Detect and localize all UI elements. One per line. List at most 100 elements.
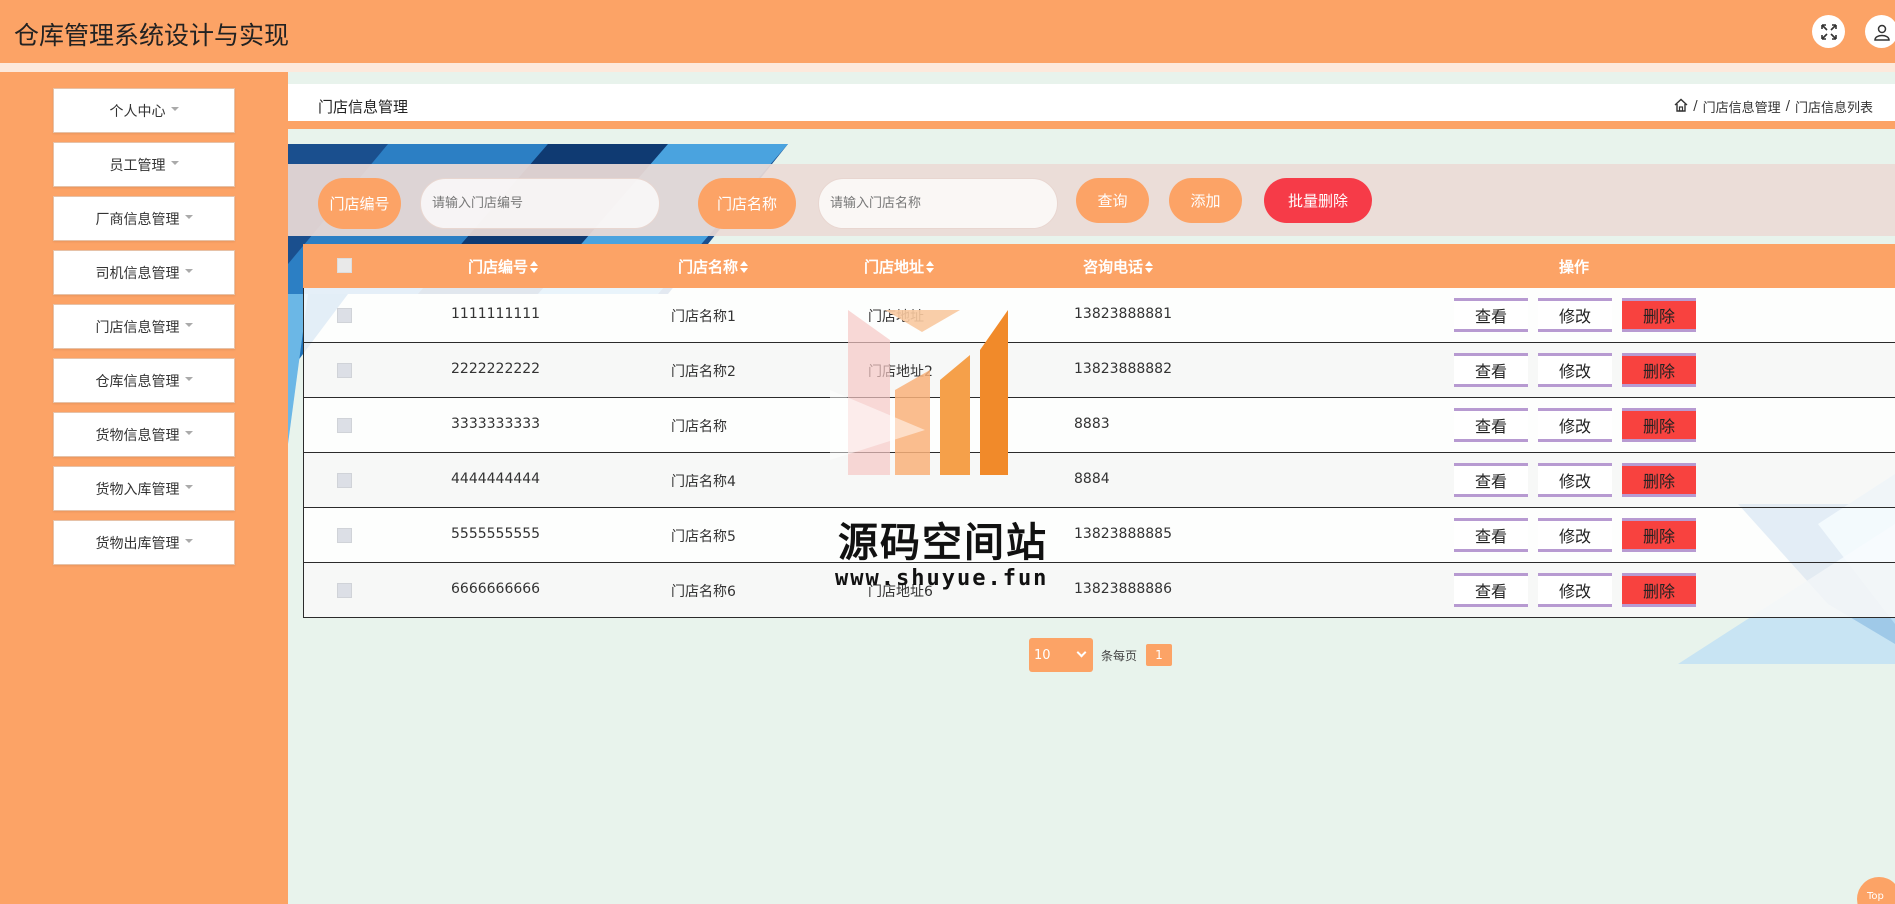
sort-icon[interactable] — [1145, 260, 1154, 273]
sidebar-item-label: 货物出库管理 — [95, 535, 180, 552]
store-name-input[interactable] — [818, 178, 1058, 229]
table-body: 1111111111 门店名称1 门店地址 13823888881 查看 修改 删除 2222… — [303, 288, 1895, 618]
caret-down-icon — [184, 376, 193, 381]
row-checkbox[interactable] — [337, 528, 352, 543]
col-header-code[interactable]: 门店编号 — [468, 256, 539, 277]
cell-store-name: 门店名称1 — [671, 309, 736, 325]
row-checkbox[interactable] — [337, 473, 352, 488]
row-checkbox[interactable] — [337, 363, 352, 378]
cell-store-code: 6666666666 — [451, 581, 541, 597]
home-icon[interactable] — [1674, 98, 1688, 116]
top-header: 仓库管理系统设计与实现 — [0, 0, 1895, 72]
row-checkbox[interactable] — [337, 583, 352, 598]
sidebar-item-vendor[interactable]: 厂商信息管理 — [53, 196, 235, 241]
page-size-value: 10 — [1034, 647, 1051, 663]
delete-button[interactable]: 删除 — [1622, 573, 1696, 607]
sidebar-item-label: 货物信息管理 — [95, 427, 180, 444]
cell-store-address: 门店地址2 — [868, 364, 933, 380]
delete-button[interactable]: 删除 — [1622, 353, 1696, 387]
delete-button[interactable]: 删除 — [1622, 463, 1696, 497]
sidebar-item-label: 厂商信息管理 — [95, 211, 180, 228]
cell-store-code: 1111111111 — [451, 306, 541, 322]
sidebar-item-driver[interactable]: 司机信息管理 — [53, 250, 235, 295]
cell-phone: 8884 — [1074, 471, 1110, 487]
caret-down-icon — [184, 268, 193, 273]
sidebar-item-label: 员工管理 — [109, 157, 166, 174]
view-button[interactable]: 查看 — [1454, 408, 1528, 442]
cell-phone: 13823888881 — [1074, 306, 1172, 322]
chevron-down-icon — [1076, 647, 1087, 658]
sort-icon[interactable] — [926, 260, 935, 273]
sidebar-item-staff[interactable]: 员工管理 — [53, 142, 235, 187]
search-bar: 门店编号 门店名称 查询 添加 批量删除 — [288, 164, 1895, 236]
table-row: 5555555555 门店名称5 13823888885 查看 修改 删除 — [303, 508, 1895, 563]
breadcrumb: / 门店信息管理 / 门店信息列表 — [1674, 97, 1873, 116]
add-button[interactable]: 添加 — [1169, 178, 1242, 223]
page-title: 门店信息管理 — [318, 98, 409, 116]
caret-down-icon — [170, 160, 179, 165]
fullscreen-icon[interactable] — [1812, 15, 1845, 48]
cell-store-name: 门店名称5 — [671, 529, 736, 545]
table-row: 1111111111 门店名称1 门店地址 13823888881 查看 修改 删除 — [303, 288, 1895, 343]
col-header-phone[interactable]: 咨询电话 — [1083, 256, 1154, 277]
sidebar-item-goods-inbound[interactable]: 货物入库管理 — [53, 466, 235, 511]
cell-store-name: 门店名称2 — [671, 364, 736, 380]
sidebar-item-goods-outbound[interactable]: 货物出库管理 — [53, 520, 235, 565]
edit-button[interactable]: 修改 — [1538, 518, 1612, 552]
query-button[interactable]: 查询 — [1076, 178, 1149, 223]
main-content: 门店信息管理 / 门店信息管理 / 门店信息列表 门店编号 门店名称 查询 添加… — [288, 72, 1895, 904]
view-button[interactable]: 查看 — [1454, 463, 1528, 497]
sidebar-item-label: 个人中心 — [109, 103, 166, 120]
caret-down-icon — [170, 106, 179, 111]
page-size-select[interactable]: 10 — [1029, 638, 1093, 672]
cell-store-code: 3333333333 — [451, 416, 541, 432]
row-checkbox[interactable] — [337, 418, 352, 433]
delete-button[interactable]: 删除 — [1622, 518, 1696, 552]
caret-down-icon — [184, 484, 193, 489]
cell-store-name: 门店名称6 — [671, 584, 736, 600]
edit-button[interactable]: 修改 — [1538, 463, 1612, 497]
sort-icon[interactable] — [740, 260, 749, 273]
store-code-label: 门店编号 — [318, 178, 401, 229]
col-header-address[interactable]: 门店地址 — [864, 256, 935, 277]
select-all-checkbox[interactable] — [337, 258, 352, 273]
delete-button[interactable]: 删除 — [1622, 298, 1696, 332]
cell-store-code: 5555555555 — [451, 526, 541, 542]
sidebar: 个人中心 员工管理 厂商信息管理 司机信息管理 门店信息管理 仓库信息管理 货物… — [0, 72, 288, 904]
row-checkbox[interactable] — [337, 308, 352, 323]
edit-button[interactable]: 修改 — [1538, 408, 1612, 442]
cell-store-code: 2222222222 — [451, 361, 541, 377]
cell-store-name: 门店名称4 — [671, 474, 736, 490]
table-row: 6666666666 门店名称6 门店地址6 13823888886 查看 修改 删除 — [303, 563, 1895, 618]
sidebar-item-store[interactable]: 门店信息管理 — [53, 304, 235, 349]
sidebar-item-personal-center[interactable]: 个人中心 — [53, 88, 235, 133]
breadcrumb-item[interactable]: 门店信息管理 — [1703, 97, 1781, 116]
sidebar-item-goods[interactable]: 货物信息管理 — [53, 412, 235, 457]
breadcrumb-item: 门店信息列表 — [1794, 101, 1873, 116]
edit-button[interactable]: 修改 — [1538, 353, 1612, 387]
caret-down-icon — [184, 538, 193, 543]
store-table: 门店编号 门店名称 门店地址 咨询电话 操作 1111111111 门店名称1 门店… — [303, 244, 1895, 618]
sidebar-item-label: 司机信息管理 — [95, 265, 180, 282]
edit-button[interactable]: 修改 — [1538, 573, 1612, 607]
batch-delete-button[interactable]: 批量删除 — [1264, 178, 1372, 223]
per-page-label: 条每页 — [1101, 649, 1138, 663]
view-button[interactable]: 查看 — [1454, 298, 1528, 332]
sort-icon[interactable] — [530, 260, 539, 273]
user-avatar-icon[interactable] — [1865, 15, 1895, 48]
col-header-name[interactable]: 门店名称 — [678, 256, 749, 277]
view-button[interactable]: 查看 — [1454, 353, 1528, 387]
page-number-current[interactable]: 1 — [1146, 644, 1172, 666]
store-code-input[interactable] — [420, 178, 660, 229]
sidebar-item-warehouse[interactable]: 仓库信息管理 — [53, 358, 235, 403]
watermark-text: 源码空间站 — [838, 520, 1048, 566]
page-header: 门店信息管理 / 门店信息管理 / 门店信息列表 — [288, 84, 1895, 129]
delete-button[interactable]: 删除 — [1622, 408, 1696, 442]
table-row: 2222222222 门店名称2 门店地址2 13823888882 查看 修改 删除 — [303, 343, 1895, 398]
view-button[interactable]: 查看 — [1454, 573, 1528, 607]
sidebar-item-label: 仓库信息管理 — [95, 373, 180, 390]
app-title: 仓库管理系统设计与实现 — [14, 21, 290, 50]
view-button[interactable]: 查看 — [1454, 518, 1528, 552]
edit-button[interactable]: 修改 — [1538, 298, 1612, 332]
cell-phone: 13823888885 — [1074, 526, 1172, 542]
